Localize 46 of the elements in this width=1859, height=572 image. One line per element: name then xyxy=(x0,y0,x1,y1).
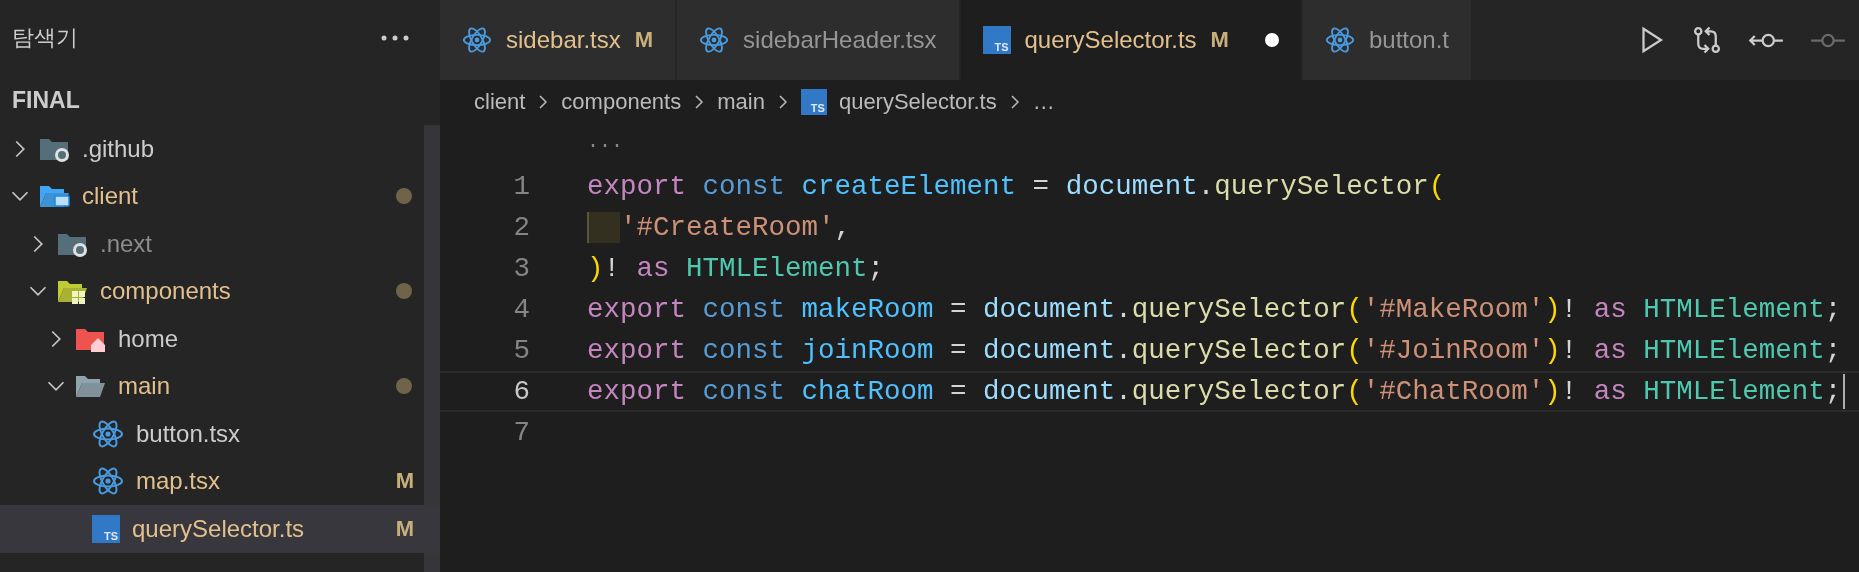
workspace-root[interactable]: FINAL xyxy=(0,75,440,125)
line-number: 4 xyxy=(512,294,530,325)
file-item[interactable]: map.tsx M xyxy=(0,457,424,505)
line-number: 3 xyxy=(512,253,530,284)
typescript-file-icon: TS xyxy=(982,26,1011,54)
git-status: M xyxy=(395,515,414,542)
line-number: 7 xyxy=(512,417,530,448)
folder-item[interactable]: main xyxy=(0,362,424,410)
more-icon[interactable] xyxy=(380,33,410,42)
code-line: )! as HTMLElement; xyxy=(587,252,885,285)
folded-region-marker[interactable]: ··· xyxy=(440,124,1859,166)
folder-item[interactable]: components xyxy=(0,267,424,315)
code-line: export const createElement = document.querySelector( xyxy=(587,170,1446,203)
breadcrumb-item[interactable]: … xyxy=(1032,89,1055,115)
folder-item[interactable]: .github xyxy=(0,125,424,173)
line-number: 2 xyxy=(512,212,530,243)
code-line: export const joinRoom = document.querySelector('#JoinRoom')! as HTMLElement; xyxy=(587,334,1842,367)
folder-item[interactable]: home xyxy=(0,315,424,363)
file-item[interactable]: button.tsx xyxy=(0,410,424,458)
editor-tab[interactable]: button.t xyxy=(1302,0,1471,80)
code-line: export const chatRoom = document.querySelector('#ChatRoom')! as HTMLElement; xyxy=(587,375,1842,408)
file-item[interactable]: TS querySelector.ts M xyxy=(0,505,440,553)
editor-tab[interactable]: TS querySelector.ts M xyxy=(960,0,1301,80)
atom-icon xyxy=(1324,25,1355,55)
explorer-title: 탐색기 xyxy=(12,23,78,52)
unsaved-dot[interactable] xyxy=(1264,33,1279,47)
line-number: 6 xyxy=(512,376,530,407)
editor-tab[interactable]: sidebarHeader.tsx xyxy=(677,0,959,80)
breadcrumb-item[interactable]: main xyxy=(717,89,765,115)
typescript-file-icon: TS xyxy=(800,89,827,115)
git-status: M xyxy=(634,27,654,53)
typescript-file-icon: TS xyxy=(92,514,120,543)
compare-changes-icon[interactable] xyxy=(1692,25,1722,55)
atom-icon xyxy=(462,25,492,55)
git-status: M xyxy=(1210,27,1229,53)
git-status: M xyxy=(395,468,414,495)
breadcrumb-item[interactable]: components xyxy=(561,89,682,115)
breadcrumb-item[interactable]: querySelector.ts xyxy=(838,89,997,115)
code-line: export const makeRoom = document.querySelector('#MakeRoom')! as HTMLElement; xyxy=(587,293,1842,326)
atom-icon xyxy=(699,25,730,55)
breadcrumb-item[interactable]: client xyxy=(474,89,526,115)
line-number: 5 xyxy=(512,335,530,366)
line-number: 1 xyxy=(512,171,530,202)
folder-item[interactable]: .next xyxy=(0,220,424,268)
folder-item[interactable]: client xyxy=(0,172,424,220)
editor-tab[interactable]: sidebar.tsx M xyxy=(440,0,676,80)
